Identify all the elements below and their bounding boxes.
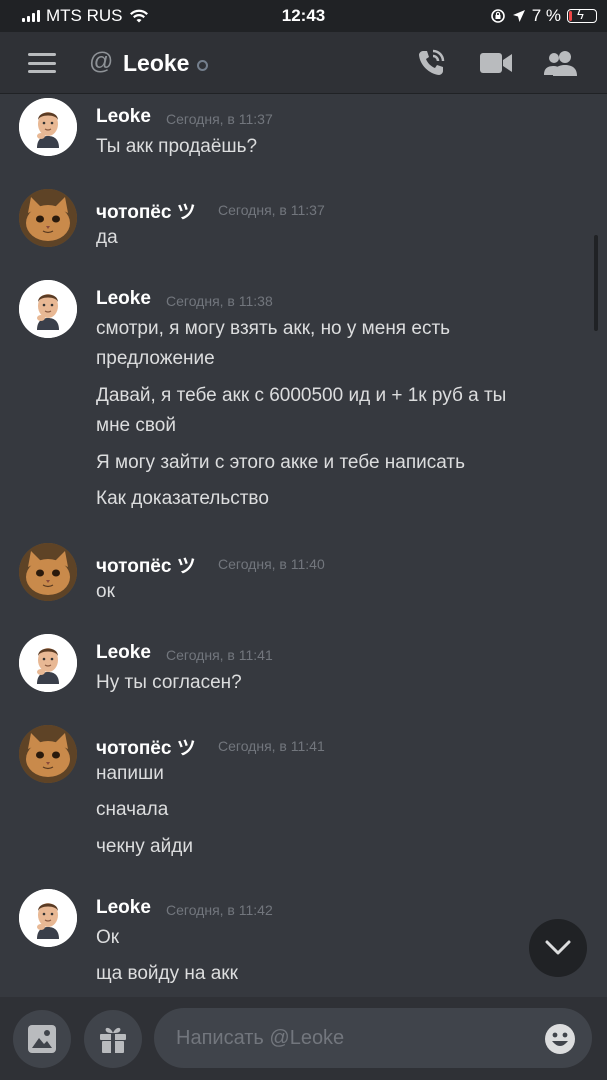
image-icon xyxy=(28,1025,56,1053)
message-input[interactable] xyxy=(154,1008,592,1068)
message-text: предложение xyxy=(96,348,215,369)
message-text: мне свой xyxy=(96,415,176,436)
message-timestamp: Сегодня, в 11:38 xyxy=(166,293,273,309)
phone-call-icon xyxy=(419,49,445,75)
video-camera-icon xyxy=(480,53,512,73)
message-text: Давай, я тебе акк с 6000500 ид и + 1к ру… xyxy=(96,385,507,406)
message-timestamp: Сегодня, в 11:37 xyxy=(166,111,273,127)
user-avatar[interactable] xyxy=(19,189,77,247)
man-avatar-icon xyxy=(19,280,77,338)
scrollbar[interactable] xyxy=(594,235,598,331)
rotation-lock-icon xyxy=(490,9,505,23)
cat-avatar-icon xyxy=(19,725,77,783)
user-avatar[interactable] xyxy=(19,889,77,947)
message-text: Я могу зайти с этого акке и тебе написат… xyxy=(96,452,466,473)
message-author[interactable]: чотопёс ツ xyxy=(96,733,196,760)
user-avatar[interactable] xyxy=(19,725,77,783)
menu-icon[interactable] xyxy=(28,53,56,73)
composer-bar xyxy=(0,997,607,1080)
message-author[interactable]: Leoke xyxy=(96,106,151,128)
cat-avatar-icon xyxy=(19,543,77,601)
status-bar: MTS RUS 12:43 7 % ϟ xyxy=(0,0,607,32)
gift-icon xyxy=(100,1027,126,1053)
user-avatar[interactable] xyxy=(19,98,77,156)
man-avatar-icon xyxy=(19,634,77,692)
at-icon: @ xyxy=(89,48,114,75)
scroll-to-bottom-button[interactable] xyxy=(529,919,587,977)
message-timestamp: Сегодня, в 11:37 xyxy=(218,202,325,218)
battery-icon: ϟ xyxy=(567,7,597,23)
cat-avatar-icon xyxy=(19,189,77,247)
emoji-smile-icon xyxy=(545,1024,575,1054)
user-avatar[interactable] xyxy=(19,280,77,338)
status-right: 7 % ϟ xyxy=(490,6,597,26)
message-text: чекну айди xyxy=(96,836,193,857)
voice-call-button[interactable] xyxy=(413,46,449,80)
offline-status-icon xyxy=(197,60,208,71)
emoji-button[interactable] xyxy=(544,1023,576,1055)
members-icon xyxy=(544,51,577,76)
message-text: Ты акк продаёшь? xyxy=(96,136,258,157)
message-text: да xyxy=(96,227,118,248)
message-text: напиши xyxy=(96,763,164,784)
message-text: Как доказательство xyxy=(96,488,269,509)
message-author[interactable]: чотопёс ツ xyxy=(96,551,196,578)
message-timestamp: Сегодня, в 11:42 xyxy=(166,902,273,918)
message-timestamp: Сегодня, в 11:40 xyxy=(218,556,325,572)
message-text: ща войду на акк xyxy=(96,963,238,984)
message-text: Ок xyxy=(96,927,120,948)
message-list[interactable]: Leoke Сегодня, в 11:37 Ты акк продаёшь? … xyxy=(0,95,607,997)
message-author[interactable]: Leoke xyxy=(96,288,151,310)
user-avatar[interactable] xyxy=(19,543,77,601)
message-author[interactable]: чотопёс ツ xyxy=(96,197,196,224)
message-timestamp: Сегодня, в 11:41 xyxy=(218,738,325,754)
video-call-button[interactable] xyxy=(478,46,514,80)
man-avatar-icon xyxy=(19,889,77,947)
channel-header: @ Leoke xyxy=(0,32,607,94)
chevron-down-icon xyxy=(545,940,571,955)
message-text: Ну ты согласен? xyxy=(96,672,242,693)
battery-percent: 7 % xyxy=(531,6,561,25)
message-timestamp: Сегодня, в 11:41 xyxy=(166,647,273,663)
members-button[interactable] xyxy=(543,46,579,80)
message-text: ок xyxy=(96,581,115,602)
location-icon xyxy=(512,10,525,22)
message-author[interactable]: Leoke xyxy=(96,642,151,664)
channel-title: Leoke xyxy=(123,50,190,76)
message-author[interactable]: Leoke xyxy=(96,897,151,919)
message-text: смотри, я могу взять акк, но у меня есть xyxy=(96,318,451,339)
attach-image-button[interactable] xyxy=(13,1010,71,1068)
message-text: сначала xyxy=(96,799,169,820)
user-avatar[interactable] xyxy=(19,634,77,692)
gift-button[interactable] xyxy=(84,1010,142,1068)
man-avatar-icon xyxy=(19,98,77,156)
